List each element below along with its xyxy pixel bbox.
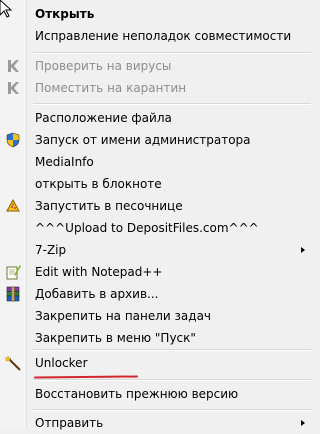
menu-item-7zip[interactable]: 7-Zip xyxy=(0,239,315,261)
menu-item-label: Запуск от имени администратора xyxy=(35,133,251,147)
unlocker-wand-icon xyxy=(5,355,21,371)
menu-item-add-to-archive[interactable]: Добавить в архив... xyxy=(0,283,315,305)
menu-item-label: Отправить xyxy=(35,416,104,430)
menu-item-label: Добавить в архив... xyxy=(35,287,159,301)
menu-item-label: Unlocker xyxy=(35,356,88,370)
menu-separator xyxy=(33,52,311,54)
menu-item-upload-depositfiles[interactable]: ^^^Upload to DepositFiles.com^^^ xyxy=(0,217,315,239)
kaspersky-icon xyxy=(8,60,19,72)
menu-item-label: MediaInfo xyxy=(35,155,94,169)
menu-item-label: Восстановить прежнюю версию xyxy=(35,387,239,401)
menu-item-unlocker[interactable]: Unlocker xyxy=(0,352,315,374)
winrar-icon xyxy=(6,286,20,302)
menu-item-mediainfo[interactable]: MediaInfo xyxy=(0,151,315,173)
submenu-arrow-icon xyxy=(301,420,305,426)
uac-shield-icon xyxy=(6,132,20,148)
menu-item-send-to[interactable]: Отправить xyxy=(0,412,315,434)
menu-item-label: Edit with Notepad++ xyxy=(35,265,163,279)
sandboxie-icon xyxy=(6,198,20,212)
menu-item-run-as-admin[interactable]: Запуск от имени администратора xyxy=(0,129,315,151)
menu-item-label: 7-Zip xyxy=(35,243,67,257)
menu-item-run-sandboxed[interactable]: Запустить в песочнице xyxy=(0,195,315,217)
menu-item-open[interactable]: Открыть xyxy=(0,3,315,25)
menu-item-pin-to-start[interactable]: Закрепить в меню "Пуск" xyxy=(0,327,315,349)
menu-item-label: Запустить в песочнице xyxy=(35,199,183,213)
menu-separator xyxy=(33,103,311,105)
menu-item-label: Закрепить на панели задач xyxy=(35,309,212,323)
menu-item-scan-viruses: Проверить на вирусы xyxy=(0,55,315,77)
menu-item-label: открыть в блокноте xyxy=(35,177,162,191)
menu-item-troubleshoot-compatibility[interactable]: Исправление неполадок совместимости xyxy=(0,25,315,47)
menu-item-label: Исправление неполадок совместимости xyxy=(35,29,292,43)
menu-item-label: Открыть xyxy=(35,7,95,21)
menu-separator xyxy=(33,379,311,381)
menu-item-label: Закрепить в меню "Пуск" xyxy=(35,331,196,345)
menu-item-label: ^^^Upload to DepositFiles.com^^^ xyxy=(35,221,259,235)
notepad-plus-plus-icon xyxy=(6,265,21,280)
menu-separator xyxy=(33,349,311,351)
context-menu: Открыть Исправление неполадок совместимо… xyxy=(0,0,315,430)
menu-item-label: Поместить на карантин xyxy=(35,81,187,95)
submenu-arrow-icon xyxy=(301,247,305,253)
menu-item-restore-previous-versions[interactable]: Восстановить прежнюю версию xyxy=(0,383,315,405)
menu-item-file-location[interactable]: Расположение файла xyxy=(0,107,315,129)
menu-separator xyxy=(33,409,311,411)
menu-item-pin-to-taskbar[interactable]: Закрепить на панели задач xyxy=(0,305,315,327)
menu-item-label: Расположение файла xyxy=(35,111,172,125)
menu-item-edit-notepad-plus-plus[interactable]: Edit with Notepad++ xyxy=(0,261,315,283)
menu-item-open-in-notepad[interactable]: открыть в блокноте xyxy=(0,173,315,195)
kaspersky-icon xyxy=(8,82,19,94)
menu-item-quarantine: Поместить на карантин xyxy=(0,77,315,99)
menu-item-label: Проверить на вирусы xyxy=(35,59,172,73)
